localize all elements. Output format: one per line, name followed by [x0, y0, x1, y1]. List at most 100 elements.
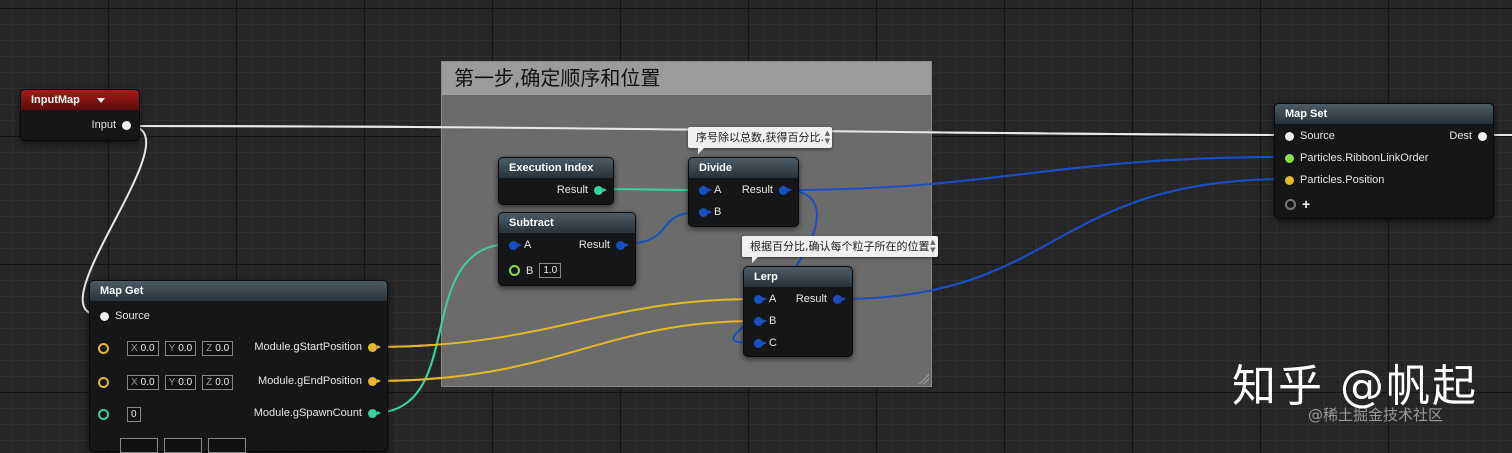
pin-divide-result[interactable]: Result	[741, 184, 792, 196]
pin-lerp-result-label: Result	[795, 293, 827, 305]
node-execution-index[interactable]: Execution Index Result	[498, 157, 614, 205]
map-pin-icon[interactable]	[100, 311, 109, 321]
start-y-field[interactable]: Y 0.0	[164, 341, 197, 356]
float-pin-icon[interactable]	[754, 294, 767, 304]
pin-mapset-source[interactable]: Source	[1285, 130, 1335, 142]
lerp-comment-bubble[interactable]: 根据百分比,确认每个粒子所在的位置 ▲ ▼	[742, 236, 938, 263]
pin-start-position-label: Module.gStartPosition	[254, 341, 362, 353]
pin-lerp-b[interactable]: B	[754, 315, 776, 327]
pin-divide-result-label: Result	[741, 184, 773, 196]
mapget-start-defaults[interactable]: X 0.0 Y 0.0 Z 0.0	[98, 341, 234, 356]
divide-comment-text: 序号除以总数,获得百分比.	[696, 131, 824, 144]
divide-comment-bubble[interactable]: 序号除以总数,获得百分比. ▲ ▼	[688, 127, 832, 154]
float-pin-icon[interactable]	[779, 185, 792, 195]
pin-mapget-source-label: Source	[115, 310, 150, 322]
mapget-spawncount-defaults[interactable]: 0	[98, 407, 141, 422]
end-z-field[interactable]: Z 0.0	[202, 375, 234, 390]
mapget-next-row-defaults[interactable]	[120, 438, 246, 453]
node-lerp[interactable]: Lerp A B C Result	[743, 266, 853, 357]
vector-pin-icon[interactable]	[368, 376, 381, 386]
pin-divide-a[interactable]: A	[699, 184, 721, 196]
pin-divide-b[interactable]: B	[699, 206, 721, 218]
pin-ribbon-link-order[interactable]: Particles.RibbonLinkOrder	[1285, 152, 1428, 164]
vector-pin-icon[interactable]	[1285, 175, 1294, 185]
pin-input[interactable]: Input	[92, 119, 131, 131]
pin-execindex-result[interactable]: Result	[557, 184, 607, 196]
float-pin-icon[interactable]	[699, 185, 712, 195]
pin-mapset-dest[interactable]: Dest	[1449, 130, 1487, 142]
mapget-end-defaults[interactable]: X 0.0 Y 0.0 Z 0.0	[98, 375, 234, 390]
float-pin-icon[interactable]	[833, 294, 846, 304]
next-x-field[interactable]	[120, 438, 158, 453]
pin-lerp-c[interactable]: C	[754, 337, 777, 349]
pin-subtract-a[interactable]: A	[509, 239, 531, 251]
map-pin-icon[interactable]	[122, 120, 131, 130]
int-pin-icon[interactable]	[594, 185, 607, 195]
pin-divide-a-label: A	[714, 184, 722, 196]
pin-subtract-b[interactable]: B 1.0	[509, 263, 562, 278]
float-pin-icon[interactable]	[1285, 153, 1294, 163]
node-input-map-title: InputMap	[31, 94, 80, 106]
node-input-map[interactable]: InputMap Input	[20, 89, 140, 141]
vector-pin-icon[interactable]	[368, 342, 381, 352]
node-subtract-header[interactable]: Subtract	[499, 213, 635, 233]
int-pin-icon[interactable]	[368, 408, 381, 418]
node-subtract[interactable]: Subtract A B 1.0 Result	[498, 212, 636, 286]
vector-pin-unconnected-icon[interactable]	[98, 343, 109, 354]
node-divide-header[interactable]: Divide	[689, 158, 798, 178]
start-z-field[interactable]: Z 0.0	[202, 341, 234, 356]
float-pin-icon[interactable]	[699, 207, 712, 217]
float-pin-icon[interactable]	[616, 240, 629, 250]
map-pin-icon[interactable]	[1285, 131, 1294, 141]
float-pin-icon[interactable]	[509, 240, 522, 250]
pin-particles-position[interactable]: Particles.Position	[1285, 174, 1384, 186]
node-input-map-header[interactable]: InputMap	[21, 90, 139, 110]
lerp-comment-text: 根据百分比,确认每个粒子所在的位置	[750, 240, 930, 253]
pin-spawn-count[interactable]: Module.gSpawnCount	[254, 407, 381, 419]
node-lerp-title: Lerp	[754, 271, 778, 283]
pin-lerp-b-label: B	[769, 315, 777, 327]
node-map-set[interactable]: Map Set Source Dest Particles.RibbonLink…	[1274, 103, 1494, 219]
node-subtract-title: Subtract	[509, 217, 554, 229]
close-bubble-icon[interactable]: ▲ ▼	[930, 238, 935, 254]
node-map-set-header[interactable]: Map Set	[1275, 104, 1493, 124]
pin-end-position[interactable]: Module.gEndPosition	[258, 375, 381, 387]
add-pin-button[interactable]: +	[1285, 196, 1310, 212]
empty-pin-icon[interactable]	[1285, 198, 1296, 210]
end-y-field[interactable]: Y 0.0	[164, 375, 197, 390]
end-x-field[interactable]: X 0.0	[127, 375, 159, 390]
map-pin-icon[interactable]	[1478, 131, 1487, 141]
pin-ribbon-link-order-label: Particles.RibbonLinkOrder	[1300, 152, 1429, 164]
node-execution-index-header[interactable]: Execution Index	[499, 158, 613, 178]
pin-mapget-source[interactable]: Source	[100, 310, 150, 322]
vector-pin-unconnected-icon[interactable]	[98, 377, 109, 388]
comment-title[interactable]: 第一步,确定顺序和位置	[442, 62, 931, 95]
pin-lerp-c-label: C	[769, 337, 777, 349]
pin-start-position[interactable]: Module.gStartPosition	[254, 341, 381, 353]
close-bubble-icon[interactable]: ▲ ▼	[825, 129, 830, 145]
add-plus-icon[interactable]: +	[1302, 196, 1310, 212]
resize-handle-icon[interactable]	[919, 374, 929, 384]
node-lerp-header[interactable]: Lerp	[744, 267, 852, 287]
float-pin-icon[interactable]	[754, 316, 767, 326]
node-map-get-header[interactable]: Map Get	[90, 281, 387, 301]
pin-divide-b-label: B	[714, 206, 722, 218]
pin-end-position-label: Module.gEndPosition	[258, 375, 362, 387]
node-divide[interactable]: Divide A B Result	[688, 157, 799, 227]
node-divide-title: Divide	[699, 162, 733, 174]
int-pin-unconnected-icon[interactable]	[98, 409, 109, 420]
pin-lerp-result[interactable]: Result	[795, 293, 846, 305]
start-x-field[interactable]: X 0.0	[127, 341, 159, 356]
spawncount-value-field[interactable]: 0	[127, 407, 141, 422]
next-z-field[interactable]	[208, 438, 246, 453]
node-map-get[interactable]: Map Get Source X 0.0 Y 0.0 Z 0.0 Module.gSt…	[89, 280, 388, 453]
pin-particles-position-label: Particles.Position	[1300, 174, 1385, 186]
float-pin-icon[interactable]	[754, 338, 767, 348]
float-pin-unconnected-icon[interactable]	[509, 265, 520, 276]
subtract-b-value-input[interactable]: 1.0	[539, 263, 562, 278]
pin-lerp-a[interactable]: A	[754, 293, 776, 305]
next-y-field[interactable]	[164, 438, 202, 453]
node-execution-index-title: Execution Index	[509, 162, 594, 174]
pin-subtract-result[interactable]: Result	[579, 239, 629, 251]
dropdown-triangle-icon[interactable]	[96, 97, 105, 103]
